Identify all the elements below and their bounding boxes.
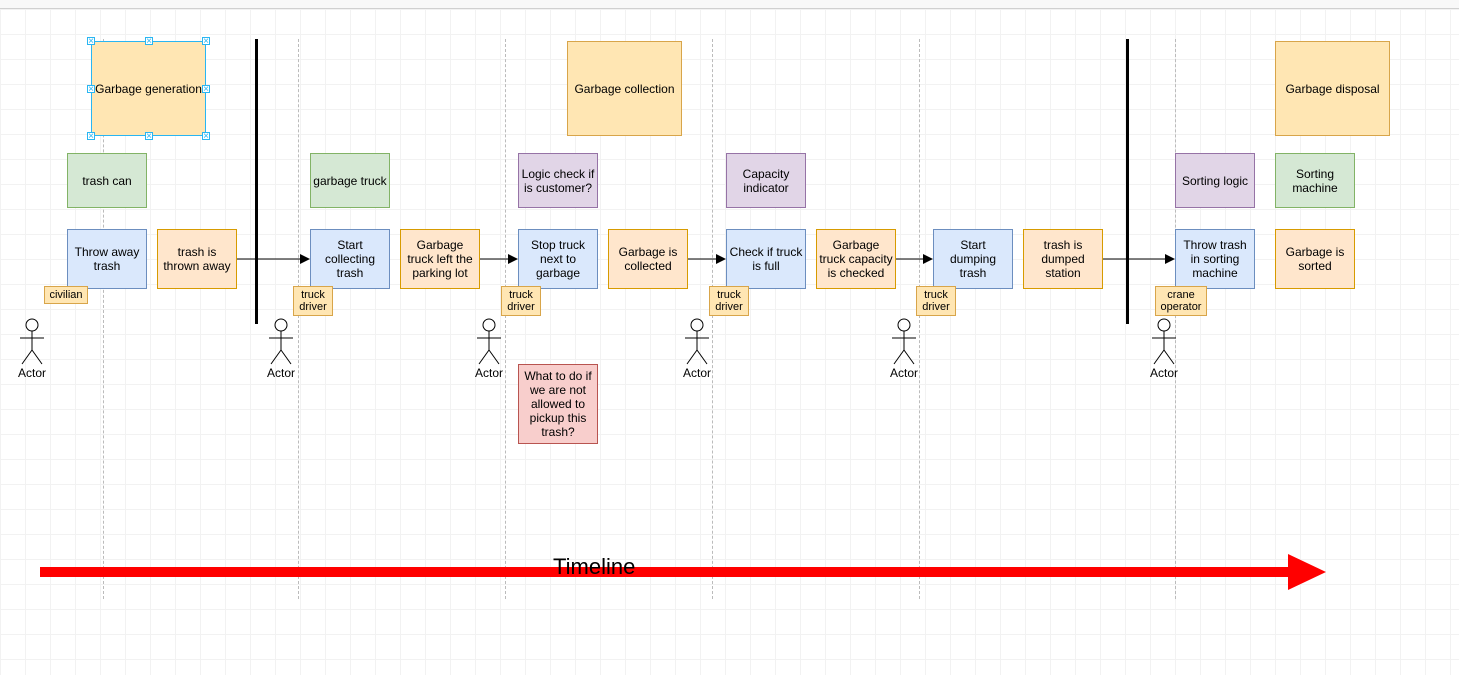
label: Garbage collection <box>574 82 674 96</box>
label: Logic check if is customer? <box>521 167 595 195</box>
label: truck driver <box>507 289 535 313</box>
timeline-bar <box>40 567 1290 577</box>
label: Start dumping trash <box>936 238 1010 280</box>
actor-icon <box>477 318 501 366</box>
action-throw-sort[interactable]: Throw trash in sorting machine <box>1175 229 1255 289</box>
timeline-arrowhead-icon <box>1288 554 1326 590</box>
actor-label: Actor <box>1150 366 1178 380</box>
event-dumped[interactable]: trash is dumped station <box>1023 229 1103 289</box>
actor-icon <box>892 318 916 366</box>
label: truck driver <box>715 289 743 313</box>
label: truck driver <box>922 289 950 313</box>
event-sorted[interactable]: Garbage is sorted <box>1275 229 1355 289</box>
action-throw-away[interactable]: Throw away trash <box>67 229 147 289</box>
action-start-dump[interactable]: Start dumping trash <box>933 229 1013 289</box>
label: Garbage truck capacity is checked <box>819 238 893 280</box>
label: What to do if we are not allowed to pick… <box>521 369 595 439</box>
role-civilian[interactable]: civilian <box>44 286 88 304</box>
action-check-full[interactable]: Check if truck is full <box>726 229 806 289</box>
label: crane operator <box>1161 289 1202 313</box>
comp-sorting-machine[interactable]: Sorting machine <box>1275 153 1355 208</box>
selection-handle[interactable]: × <box>202 132 210 140</box>
comp-sorting-logic[interactable]: Sorting logic <box>1175 153 1255 208</box>
phase-disposal[interactable]: Garbage disposal <box>1275 41 1390 136</box>
comp-capacity[interactable]: Capacity indicator <box>726 153 806 208</box>
label: Capacity indicator <box>729 167 803 195</box>
comp-garbage-truck[interactable]: garbage truck <box>310 153 390 208</box>
actor-label: Actor <box>267 366 295 380</box>
note-box[interactable]: What to do if we are not allowed to pick… <box>518 364 598 444</box>
label: trash can <box>82 174 131 188</box>
guide <box>298 39 299 599</box>
event-trash-thrown[interactable]: trash is thrown away <box>157 229 237 289</box>
label: Garbage disposal <box>1285 82 1379 96</box>
role-truck-driver-4[interactable]: truck driver <box>916 286 956 316</box>
label: truck driver <box>299 289 327 313</box>
actor-icon <box>1152 318 1176 366</box>
guide <box>505 39 506 599</box>
arrow <box>480 252 518 266</box>
selection-handle[interactable]: × <box>145 132 153 140</box>
event-truck-left[interactable]: Garbage truck left the parking lot <box>400 229 480 289</box>
phase-generation[interactable]: Garbage generation <box>91 41 206 136</box>
label: Garbage truck left the parking lot <box>403 238 477 280</box>
label: trash is thrown away <box>160 245 234 273</box>
label: Check if truck is full <box>729 245 803 273</box>
actor-label: Actor <box>683 366 711 380</box>
comp-trash-can[interactable]: trash can <box>67 153 147 208</box>
label: Start collecting trash <box>313 238 387 280</box>
divider <box>1126 39 1129 324</box>
selection-handle[interactable]: × <box>202 85 210 93</box>
label: civilian <box>49 289 82 301</box>
actor-icon <box>685 318 709 366</box>
actor-label: Actor <box>890 366 918 380</box>
role-truck-driver-1[interactable]: truck driver <box>293 286 333 316</box>
event-garbage-collected[interactable]: Garbage is collected <box>608 229 688 289</box>
timeline-label: Timeline <box>553 554 635 580</box>
guide <box>712 39 713 599</box>
selection-handle[interactable]: × <box>87 85 95 93</box>
label: Garbage is collected <box>611 245 685 273</box>
label: Throw away trash <box>70 245 144 273</box>
comp-logic-check[interactable]: Logic check if is customer? <box>518 153 598 208</box>
arrow <box>237 252 310 266</box>
role-truck-driver-3[interactable]: truck driver <box>709 286 749 316</box>
selection-handle[interactable]: × <box>87 132 95 140</box>
label: Sorting machine <box>1278 167 1352 195</box>
arrow <box>1103 252 1175 266</box>
role-truck-driver-2[interactable]: truck driver <box>501 286 541 316</box>
guide <box>919 39 920 599</box>
divider <box>255 39 258 324</box>
selection-handle[interactable]: × <box>202 37 210 45</box>
actor-label: Actor <box>18 366 46 380</box>
actor-icon <box>269 318 293 366</box>
arrow <box>896 252 933 266</box>
label: Stop truck next to garbage <box>521 238 595 280</box>
selection-handle[interactable]: × <box>87 37 95 45</box>
label: Garbage is sorted <box>1278 245 1352 273</box>
actor-icon <box>20 318 44 366</box>
label: Throw trash in sorting machine <box>1178 238 1252 280</box>
event-capacity-checked[interactable]: Garbage truck capacity is checked <box>816 229 896 289</box>
label: Garbage generation <box>95 82 202 96</box>
selection-handle[interactable]: × <box>145 37 153 45</box>
phase-collection[interactable]: Garbage collection <box>567 41 682 136</box>
label: trash is dumped station <box>1026 238 1100 280</box>
role-crane-op[interactable]: crane operator <box>1155 286 1207 316</box>
label: Sorting logic <box>1182 174 1248 188</box>
action-start-collect[interactable]: Start collecting trash <box>310 229 390 289</box>
arrow <box>688 252 726 266</box>
action-stop-truck[interactable]: Stop truck next to garbage <box>518 229 598 289</box>
actor-label: Actor <box>475 366 503 380</box>
diagram-canvas[interactable]: { "phases": { "generation": "Garbage gen… <box>0 9 1459 675</box>
toolbar-placeholder <box>0 0 1459 9</box>
label: garbage truck <box>313 174 386 188</box>
